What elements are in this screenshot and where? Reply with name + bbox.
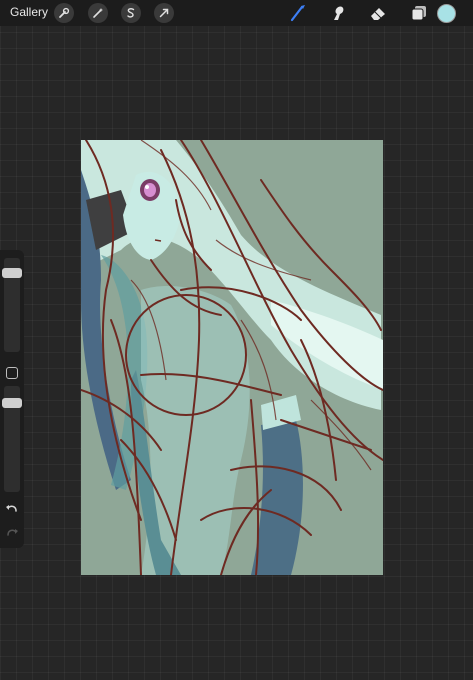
smudge-button[interactable] bbox=[327, 2, 349, 24]
magic-wand-icon bbox=[93, 8, 103, 18]
redo-icon bbox=[7, 529, 18, 536]
selection-icon bbox=[127, 8, 135, 18]
layers-icon bbox=[411, 6, 426, 21]
color-picker-button[interactable] bbox=[437, 4, 456, 23]
eraser-icon bbox=[371, 8, 385, 20]
opacity-thumb[interactable] bbox=[2, 398, 22, 408]
opacity-slider[interactable] bbox=[2, 386, 22, 492]
actions-button[interactable] bbox=[54, 3, 74, 23]
gallery-button[interactable]: Gallery bbox=[10, 5, 48, 19]
selection-button[interactable] bbox=[121, 3, 141, 23]
layers-button[interactable] bbox=[408, 2, 430, 24]
smudge-icon bbox=[334, 6, 344, 20]
undo-icon bbox=[6, 505, 17, 512]
brush-icon bbox=[290, 5, 305, 22]
drawing-canvas[interactable] bbox=[81, 140, 383, 575]
undo-button[interactable] bbox=[4, 502, 20, 516]
brush-size-thumb[interactable] bbox=[2, 268, 22, 278]
brush-size-slider[interactable] bbox=[2, 258, 22, 352]
modify-button[interactable] bbox=[6, 367, 18, 379]
artwork-sketch bbox=[81, 140, 383, 575]
wrench-icon bbox=[59, 7, 70, 18]
brush-button[interactable] bbox=[287, 2, 309, 24]
top-toolbar: Gallery bbox=[0, 0, 473, 26]
transform-button[interactable] bbox=[154, 3, 174, 23]
transform-icon bbox=[159, 8, 169, 18]
eraser-button[interactable] bbox=[367, 2, 389, 24]
side-toolbar bbox=[0, 250, 24, 548]
adjustments-button[interactable] bbox=[88, 3, 108, 23]
redo-button[interactable] bbox=[4, 526, 20, 540]
